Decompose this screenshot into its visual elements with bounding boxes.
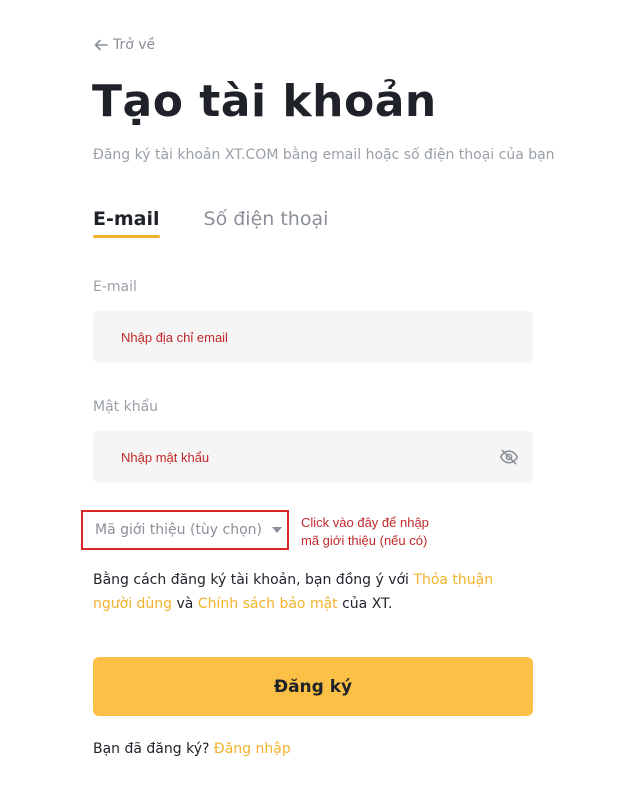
caret-down-icon (272, 527, 283, 533)
signup-tabs: E-mail Số điện thoại (93, 208, 328, 238)
referral-annotation: Click vào đây để nhập mã giới thiệu (nếu… (301, 514, 471, 550)
annotation-line-1: Click vào đây để nhập (301, 515, 429, 530)
login-link[interactable]: Đăng nhập (214, 741, 291, 757)
tab-email[interactable]: E-mail (93, 208, 160, 238)
referral-code-toggle[interactable]: Mã giới thiệu (tùy chọn) (81, 510, 289, 550)
register-button[interactable]: Đăng ký (93, 657, 533, 716)
password-field[interactable] (119, 430, 499, 484)
password-label: Mật khẩu (93, 399, 159, 415)
agreement-suffix: của XT. (337, 596, 393, 612)
annotation-line-2: mã giới thiệu (nếu có) (301, 533, 428, 548)
agreement-conjunction: và (172, 596, 198, 612)
login-prompt: Bạn đã đăng ký? Đăng nhập (93, 741, 291, 757)
terms-agreement: Bằng cách đăng ký tài khoản, bạn đồng ý … (93, 568, 523, 616)
privacy-link[interactable]: Chính sách bảo mật (198, 596, 338, 612)
password-field-container (93, 430, 533, 484)
email-field-container (93, 310, 533, 364)
login-prompt-text: Bạn đã đăng ký? (93, 741, 214, 757)
eye-off-icon[interactable] (499, 447, 519, 467)
page-subtitle: Đăng ký tài khoản XT.COM bằng email hoặc… (93, 147, 555, 163)
page-title: Tạo tài khoản (92, 76, 437, 127)
arrow-left-icon (94, 39, 108, 51)
email-label: E-mail (93, 279, 137, 295)
tab-phone[interactable]: Số điện thoại (204, 208, 329, 238)
email-field[interactable] (119, 310, 521, 364)
back-label: Trở về (113, 37, 156, 53)
referral-label: Mã giới thiệu (tùy chọn) (95, 522, 263, 538)
back-link[interactable]: Trở về (93, 37, 155, 53)
agreement-prefix: Bằng cách đăng ký tài khoản, bạn đồng ý … (93, 572, 414, 588)
